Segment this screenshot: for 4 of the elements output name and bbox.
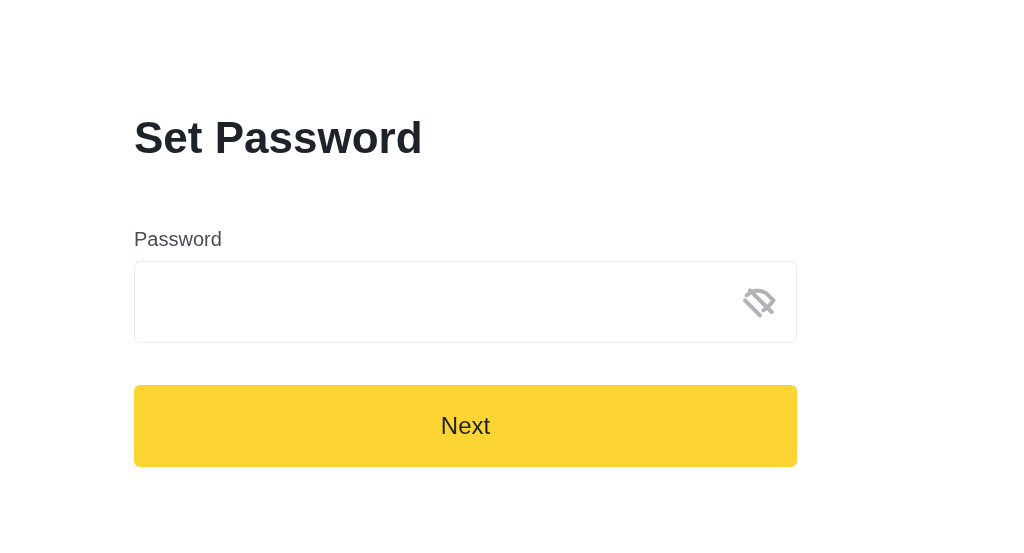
page-title: Set Password [134,112,424,164]
password-field[interactable] [134,261,797,343]
next-button[interactable]: Next [134,385,797,467]
field-label: Password [134,228,222,251]
